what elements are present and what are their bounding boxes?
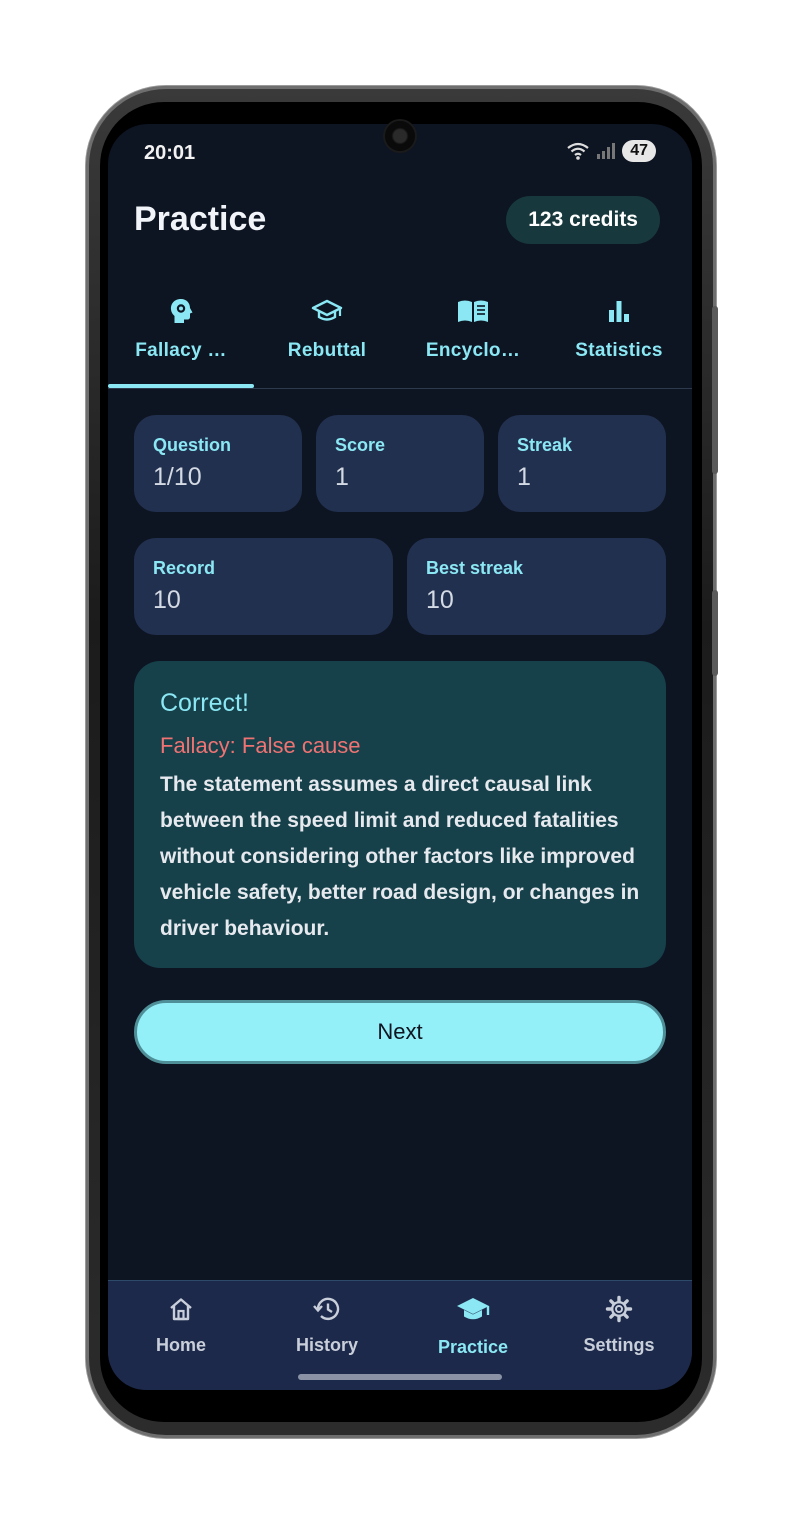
tab-rebuttal[interactable]: Rebuttal (254, 290, 400, 388)
nav-label: Home (155, 1335, 206, 1355)
page-title: Practice (134, 200, 267, 238)
app-screen: 20:01 47 Practice 123 credits Fallacy … (108, 124, 692, 1390)
gesture-bar[interactable] (298, 1374, 502, 1380)
graduation-cap-icon (311, 299, 343, 321)
question-card: Question 1/10 (134, 415, 302, 512)
record-card: Record 10 (134, 538, 393, 635)
battery-indicator: 47 (622, 140, 656, 162)
nav-label: Practice (437, 1337, 509, 1357)
front-camera (385, 121, 415, 151)
status-icons: 47 (566, 140, 656, 162)
streak-label: Streak (517, 435, 573, 455)
next-button[interactable]: Next (134, 1000, 666, 1064)
score-card: Score 1 (316, 415, 484, 512)
tab-fallacy[interactable]: Fallacy … (108, 290, 254, 388)
streak-card: Streak 1 (498, 415, 666, 512)
bar-chart-icon (609, 301, 629, 322)
tab-statistics[interactable]: Statistics (546, 290, 692, 388)
active-tab-indicator (108, 384, 254, 388)
home-icon (170, 1298, 192, 1321)
status-time: 20:01 (144, 142, 196, 164)
tab-encyclopedia[interactable]: Encyclo… (400, 290, 546, 388)
wifi-icon (567, 142, 589, 160)
tab-label: Fallacy … (135, 340, 227, 361)
nav-settings[interactable]: Settings (546, 1281, 692, 1390)
brain-head-icon (170, 299, 193, 323)
signal-icon (597, 143, 616, 159)
fallacy-name: Fallacy: False cause (160, 733, 361, 758)
score-label: Score (335, 435, 386, 455)
result-title: Correct! (160, 689, 249, 717)
nav-home[interactable]: Home (108, 1281, 254, 1390)
graduation-cap-icon (457, 1298, 490, 1320)
credits-badge[interactable]: 123 credits (506, 196, 660, 244)
open-book-icon (458, 300, 488, 322)
streak-value: 1 (517, 463, 531, 491)
power-button (712, 590, 718, 676)
record-label: Record (153, 558, 216, 578)
record-value: 10 (153, 586, 181, 614)
question-value: 1/10 (153, 463, 202, 491)
best-streak-card: Best streak 10 (407, 538, 666, 635)
gear-icon (605, 1295, 633, 1323)
tab-label: Encyclo… (425, 340, 521, 361)
best-streak-value: 10 (426, 586, 454, 614)
history-icon (313, 1297, 340, 1321)
tab-label: Rebuttal (287, 340, 367, 361)
explanation-text: The statement assumes a direct causal li… (160, 773, 640, 940)
question-label: Question (153, 435, 232, 455)
score-value: 1 (335, 463, 349, 491)
volume-button (712, 306, 718, 474)
best-streak-label: Best streak (426, 558, 524, 578)
nav-label: History (295, 1335, 358, 1355)
tab-label: Statistics (575, 340, 663, 361)
feedback-card: Correct! Fallacy: False cause The statem… (134, 661, 666, 968)
nav-label: Settings (583, 1335, 655, 1355)
practice-tabs: Fallacy … Rebuttal Encyclo… Statistics (108, 290, 692, 389)
